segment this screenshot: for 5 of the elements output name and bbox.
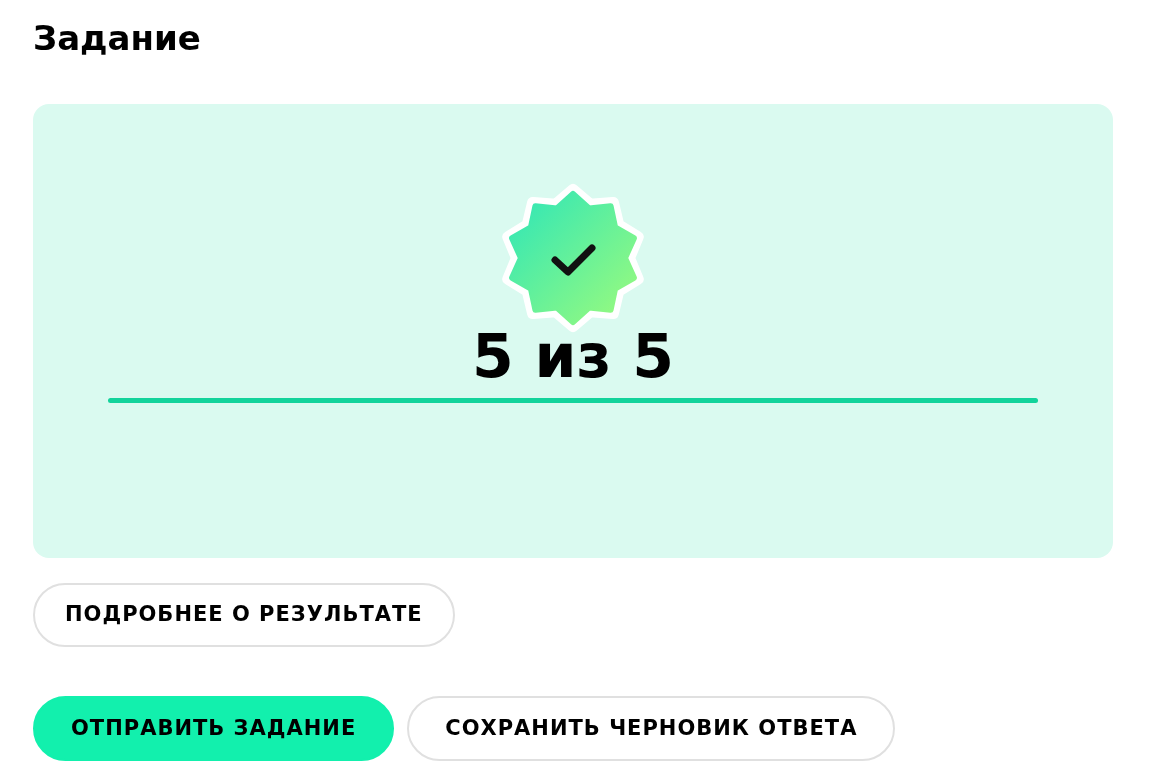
score-text: 5 из 5: [471, 326, 675, 386]
details-button[interactable]: ПОДРОБНЕЕ О РЕЗУЛЬТАТЕ: [33, 583, 455, 647]
save-draft-button[interactable]: СОХРАНИТЬ ЧЕРНОВИК ОТВЕТА: [407, 696, 896, 761]
send-button[interactable]: ОТПРАВИТЬ ЗАДАНИЕ: [33, 696, 395, 761]
page-title: Задание: [33, 17, 202, 60]
